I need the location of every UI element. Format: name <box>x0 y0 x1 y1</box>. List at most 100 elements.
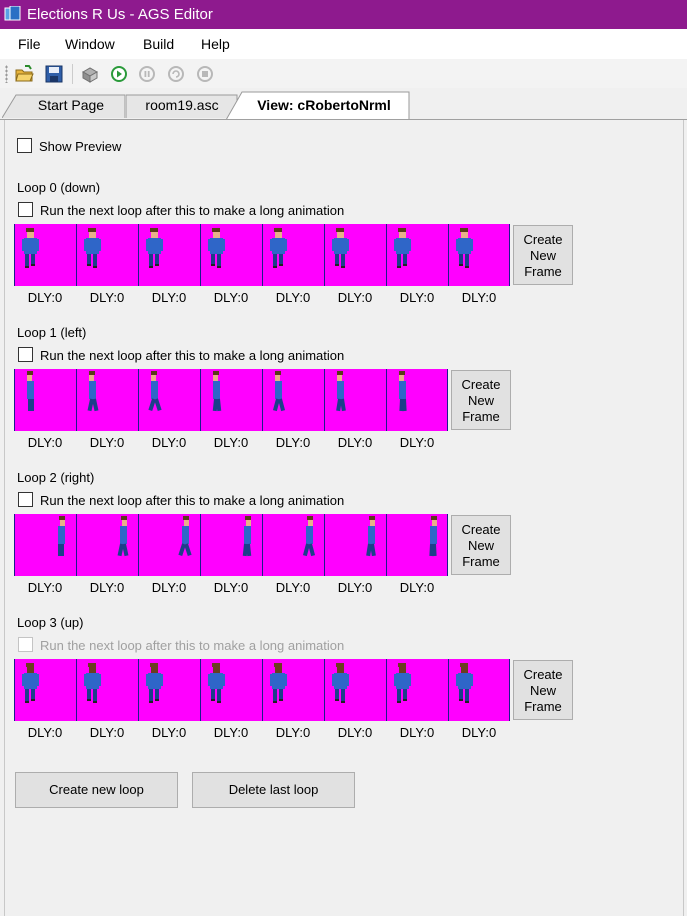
delete-last-loop-button[interactable]: Delete last loop <box>192 772 355 808</box>
animation-frame[interactable] <box>448 224 510 286</box>
frame-delay-label: DLY:0 <box>213 580 249 595</box>
frame-delay-label: DLY:0 <box>399 290 435 305</box>
animation-frame[interactable] <box>138 224 200 286</box>
frame-delay-label: DLY:0 <box>151 580 187 595</box>
frame-sprite <box>148 371 162 412</box>
show-preview-checkbox[interactable] <box>17 138 32 153</box>
tab-view-crobertonrml[interactable]: View: cRobertoNrml <box>226 91 410 120</box>
frame-sprite <box>117 516 129 557</box>
animation-frame[interactable] <box>76 224 138 286</box>
frame-delay-label: DLY:0 <box>213 290 249 305</box>
run-next-loop-checkbox[interactable] <box>18 202 33 217</box>
frame-sprite <box>332 228 349 268</box>
panel-border-right <box>683 120 684 916</box>
animation-frame[interactable] <box>76 514 138 576</box>
create-frame-label-line: Create <box>461 522 501 537</box>
animation-frame[interactable] <box>14 369 76 431</box>
build-icon[interactable] <box>80 64 100 84</box>
animation-frame[interactable] <box>262 224 324 286</box>
animation-frame[interactable] <box>200 369 262 431</box>
animation-frame[interactable] <box>324 369 386 431</box>
frame-sprite <box>270 228 287 268</box>
frame-delay-label: DLY:0 <box>151 435 187 450</box>
menu-file[interactable]: File <box>18 36 41 52</box>
frame-sprite <box>208 663 225 703</box>
tab-room19-asc[interactable]: room19.asc <box>126 94 238 118</box>
frame-delay-label: DLY:0 <box>399 725 435 740</box>
animation-frame[interactable] <box>14 514 76 576</box>
menu-build[interactable]: Build <box>143 36 174 52</box>
create-new-frame-button[interactable]: Create New Frame <box>451 515 511 575</box>
frame-delay-label: DLY:0 <box>27 580 63 595</box>
frame-sprite <box>22 663 39 703</box>
create-new-frame-button[interactable]: Create New Frame <box>513 660 573 720</box>
animation-frame[interactable] <box>200 514 262 576</box>
document-tabs: Start Page room19.asc View: cRobertoNrml <box>0 88 687 120</box>
create-new-frame-button[interactable]: Create New Frame <box>451 370 511 430</box>
animation-frame[interactable] <box>324 514 386 576</box>
frame-sprite <box>178 516 192 557</box>
frame-sprite <box>27 371 34 411</box>
animation-frame[interactable] <box>448 659 510 721</box>
animation-frame[interactable] <box>324 659 386 721</box>
frame-delay-label: DLY:0 <box>461 290 497 305</box>
menu-window[interactable]: Window <box>65 36 115 52</box>
animation-frame[interactable] <box>262 369 324 431</box>
frame-sprite <box>366 516 376 557</box>
animation-frame[interactable] <box>386 659 448 721</box>
save-icon[interactable] <box>44 64 64 84</box>
animation-frame[interactable] <box>138 514 200 576</box>
tab-start-page[interactable]: Start Page <box>2 94 126 118</box>
frame-sprite <box>208 228 225 268</box>
create-frame-label-line: Create <box>523 232 563 247</box>
frame-delay-label: DLY:0 <box>275 725 311 740</box>
tab-label: room19.asc <box>145 97 219 113</box>
stop-icon[interactable] <box>195 64 215 84</box>
animation-frame[interactable] <box>138 659 200 721</box>
frame-sprite <box>84 228 101 268</box>
animation-frame[interactable] <box>14 659 76 721</box>
create-frame-label-line: New <box>529 683 556 698</box>
frame-delay-label: DLY:0 <box>89 725 125 740</box>
animation-frame[interactable] <box>200 224 262 286</box>
toolbar-grip[interactable] <box>5 65 8 83</box>
run-next-loop-label: Run the next loop after this to make a l… <box>40 638 345 653</box>
show-preview-label: Show Preview <box>39 139 122 154</box>
title-bar: Elections R Us - AGS Editor <box>0 0 687 29</box>
animation-frame[interactable] <box>14 224 76 286</box>
animation-frame[interactable] <box>76 369 138 431</box>
animation-frame[interactable] <box>386 514 448 576</box>
frame-delay-label: DLY:0 <box>337 725 373 740</box>
frame-delay-label: DLY:0 <box>27 290 63 305</box>
animation-frame[interactable] <box>138 369 200 431</box>
create-frame-label-line: Create <box>461 377 501 392</box>
animation-frame[interactable] <box>386 369 448 431</box>
frame-delay-label: DLY:0 <box>89 580 125 595</box>
frame-sprite <box>242 516 252 557</box>
frame-sprite <box>84 663 101 703</box>
menu-help[interactable]: Help <box>201 36 230 52</box>
frame-sprite <box>399 371 407 412</box>
frame-delay-label: DLY:0 <box>27 435 63 450</box>
frame-delay-label: DLY:0 <box>337 435 373 450</box>
step-icon[interactable] <box>166 64 186 84</box>
animation-frame[interactable] <box>262 659 324 721</box>
animation-frame[interactable] <box>76 659 138 721</box>
create-new-frame-button[interactable]: Create New Frame <box>513 225 573 285</box>
frame-sprite <box>429 516 437 557</box>
frame-delay-label: DLY:0 <box>89 290 125 305</box>
run-icon[interactable] <box>109 64 129 84</box>
animation-frame[interactable] <box>262 514 324 576</box>
create-new-loop-button[interactable]: Create new loop <box>15 772 178 808</box>
ags-editor-window: Elections R Us - AGS Editor File Window … <box>0 0 687 916</box>
animation-frame[interactable] <box>324 224 386 286</box>
animation-frame[interactable] <box>200 659 262 721</box>
frame-sprite <box>58 516 65 556</box>
run-next-loop-checkbox[interactable] <box>18 347 33 362</box>
frame-sprite <box>456 663 473 703</box>
animation-frame[interactable] <box>386 224 448 286</box>
pause-icon[interactable] <box>137 64 157 84</box>
frame-sprite <box>146 228 163 268</box>
open-folder-icon[interactable] <box>14 64 34 84</box>
run-next-loop-checkbox[interactable] <box>18 492 33 507</box>
